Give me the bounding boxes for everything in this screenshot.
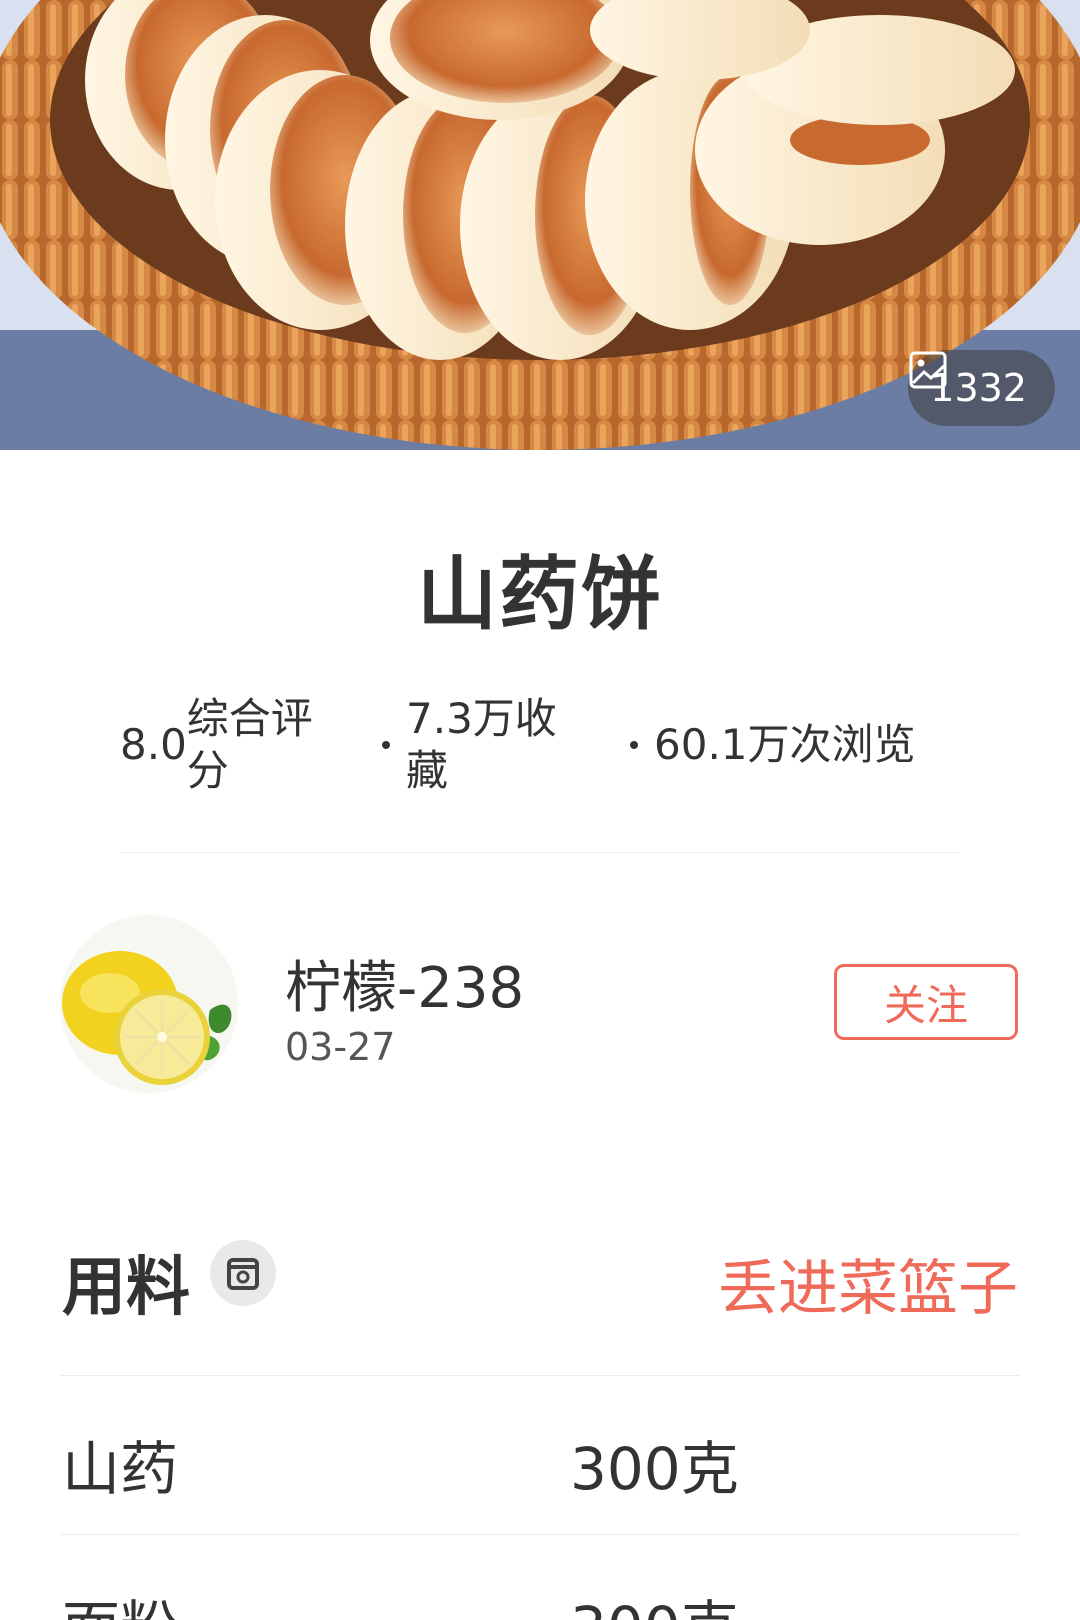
lemon-avatar-image [60, 915, 238, 1093]
recipe-cover-image[interactable]: 1332 [0, 0, 1080, 450]
favorites-label: 7.3万收藏 [406, 694, 557, 795]
author-avatar[interactable] [60, 915, 238, 1093]
ingredient-quantity: 300克 [570, 1581, 739, 1620]
ingredient-name: 面粉 [62, 1581, 178, 1620]
follow-button[interactable]: 关注 [834, 964, 1018, 1040]
recipe-detail-page: 1332 山药饼 8.0 综合评分 7.3万收藏 60.1万次浏览 柠檬-238… [0, 0, 1080, 1620]
publish-date: 03-27 [285, 1025, 396, 1069]
views-stat: 60.1万次浏览 [630, 690, 916, 800]
ingredient-row: 山药 300克 [60, 1376, 1020, 1534]
views-label: 60.1万次浏览 [654, 720, 916, 769]
ingredient-row: 面粉 300克 [60, 1535, 1020, 1620]
separator-dot [382, 741, 390, 749]
rating-value: 8.0 [120, 720, 187, 769]
favorites-stat: 7.3万收藏 [382, 690, 576, 800]
ingredient-quantity: 300克 [570, 1435, 739, 1503]
scale-icon[interactable] [210, 1240, 276, 1306]
stats-divider [120, 852, 960, 853]
separator-dot [630, 741, 638, 749]
recipe-title: 山药饼 [417, 548, 663, 641]
recipe-stats: 8.0 综合评分 7.3万收藏 60.1万次浏览 [120, 690, 970, 800]
ingredient-name: 山药 [62, 1435, 179, 1503]
image-icon [909, 351, 947, 389]
author-name[interactable]: 柠檬-238 [285, 943, 524, 1024]
rating-stat: 8.0 综合评分 [120, 690, 337, 800]
add-to-basket-link[interactable]: 丢进菜篮子 [718, 1240, 1018, 1327]
photo-count-badge[interactable]: 1332 [908, 350, 1055, 426]
rating-label: 综合评分 [186, 694, 313, 795]
ingredients-title: 用料 [62, 1251, 190, 1325]
scale-icon-glyph [227, 1258, 259, 1290]
